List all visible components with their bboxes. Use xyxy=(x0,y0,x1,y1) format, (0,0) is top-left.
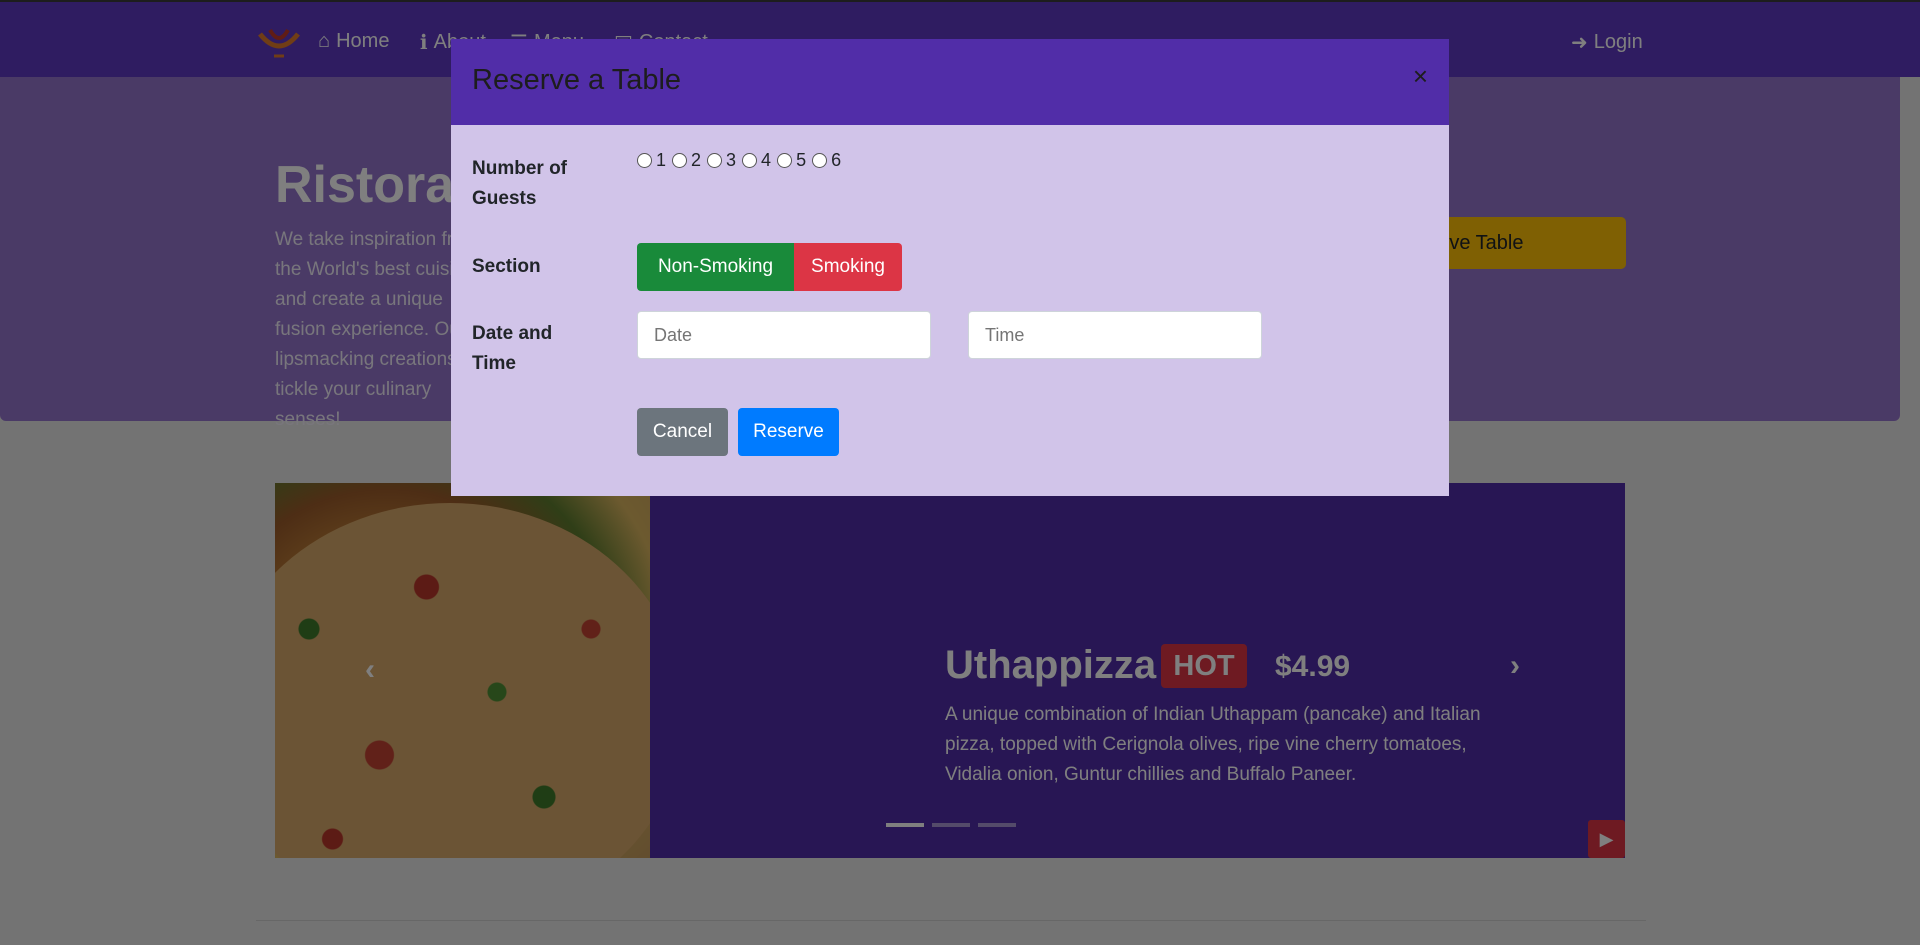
modal-title: Reserve a Table xyxy=(472,64,682,96)
reserve-button[interactable]: Reserve xyxy=(738,408,839,456)
guests-radio-4[interactable]: 4 xyxy=(742,150,771,171)
guests-radio-5[interactable]: 5 xyxy=(777,150,806,171)
non-smoking-button[interactable]: Non-Smoking xyxy=(637,243,794,291)
reserve-table-modal: Reserve a Table × Number of Guests 1 2 3… xyxy=(451,39,1449,496)
close-button[interactable]: × xyxy=(1413,63,1428,89)
radio-label: 4 xyxy=(761,150,772,170)
guests-radio-group: 1 2 3 4 5 6 xyxy=(637,150,841,171)
date-input[interactable] xyxy=(637,311,931,359)
radio-button[interactable] xyxy=(742,153,758,168)
guests-radio-6[interactable]: 6 xyxy=(812,150,841,171)
guests-label-line2: Guests xyxy=(472,188,537,209)
guests-label: Number of Guests xyxy=(472,154,567,214)
radio-button[interactable] xyxy=(812,153,828,168)
datetime-label-line2: Time xyxy=(472,353,517,374)
radio-button[interactable] xyxy=(777,153,793,168)
radio-label: 6 xyxy=(831,150,842,170)
radio-button[interactable] xyxy=(707,153,723,168)
section-label: Section xyxy=(472,256,541,277)
datetime-label: Date and Time xyxy=(472,319,552,379)
guests-radio-3[interactable]: 3 xyxy=(707,150,736,171)
guests-radio-2[interactable]: 2 xyxy=(672,150,701,171)
smoking-button[interactable]: Smoking xyxy=(794,243,902,291)
close-icon: × xyxy=(1412,61,1428,91)
radio-label: 3 xyxy=(726,150,737,170)
modal-header: Reserve a Table × xyxy=(451,39,1449,125)
radio-label: 1 xyxy=(656,150,667,170)
time-input[interactable] xyxy=(968,311,1262,359)
guests-radio-1[interactable]: 1 xyxy=(637,150,666,171)
cancel-button[interactable]: Cancel xyxy=(637,408,728,456)
guests-label-line1: Number of xyxy=(472,158,567,179)
datetime-label-line1: Date and xyxy=(472,323,553,344)
radio-button[interactable] xyxy=(672,153,688,168)
radio-label: 2 xyxy=(691,150,702,170)
radio-label: 5 xyxy=(796,150,807,170)
radio-button[interactable] xyxy=(637,153,652,168)
section-toggle-group: Non-Smoking Smoking xyxy=(637,243,902,291)
